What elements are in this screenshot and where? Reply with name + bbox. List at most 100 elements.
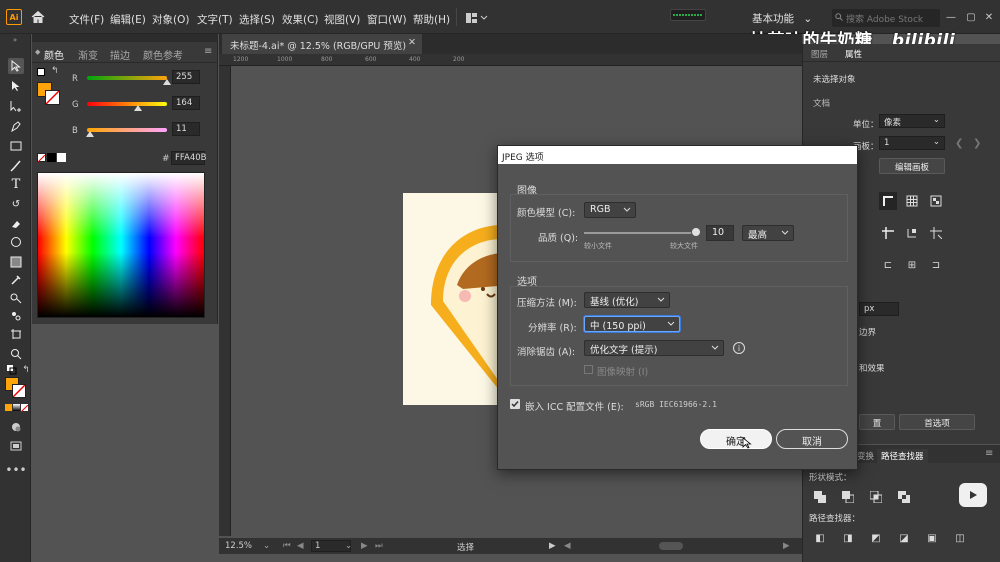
collapse-arrows-icon[interactable]: ◆ <box>35 48 40 56</box>
vertical-ruler[interactable] <box>219 66 231 536</box>
bleed-input[interactable]: px <box>859 302 899 316</box>
document-setup-button[interactable]: 置 <box>859 414 895 430</box>
slider-value-g[interactable]: 164 <box>172 96 200 110</box>
direct-selection-tool-icon[interactable] <box>8 78 24 94</box>
ok-button[interactable]: 确定 <box>700 429 772 449</box>
menu-effect[interactable]: 效果(C) <box>282 12 319 27</box>
unit-select[interactable]: 像素 ⌄ <box>879 114 945 128</box>
scroll-right-icon[interactable]: ▶ <box>783 541 790 551</box>
edit-artboard-button[interactable]: 编辑画板 <box>879 158 945 174</box>
artboard-tool-icon[interactable] <box>8 326 24 342</box>
resolution-select[interactable]: 中 (150 ppi) <box>584 316 680 332</box>
menu-select[interactable]: 选择(S) <box>239 12 275 27</box>
status-menu-arrow-icon[interactable]: ▶ <box>549 541 556 551</box>
cancel-button[interactable]: 取消 <box>776 429 848 449</box>
minus-back-icon[interactable]: ◫ <box>951 529 969 547</box>
default-colors-icon[interactable] <box>37 68 45 76</box>
align-right-icon[interactable]: ⊐ <box>927 256 945 274</box>
preferences-button[interactable]: 首选项 <box>899 414 975 430</box>
stroke-swatch[interactable] <box>12 384 26 398</box>
intersect-icon[interactable] <box>867 488 885 506</box>
group-selection-tool-icon[interactable] <box>8 98 24 114</box>
symbol-sprayer-tool-icon[interactable] <box>8 308 24 324</box>
more-tools-icon[interactable]: ••• <box>5 462 26 478</box>
paintbrush-tool-icon[interactable] <box>8 158 24 174</box>
divide-icon[interactable]: ◧ <box>811 529 829 547</box>
prev-artboard-icon[interactable]: ◀ <box>297 541 304 551</box>
panel-menu-icon[interactable]: ≡ <box>985 448 993 459</box>
workspace-switcher[interactable]: 基本功能 ⌄ <box>752 11 812 26</box>
slider-track-b[interactable] <box>87 128 167 132</box>
tab-properties[interactable]: 属性 <box>845 48 862 60</box>
arrange-documents-icon[interactable] <box>466 12 488 24</box>
menu-type[interactable]: 文字(T) <box>197 12 233 27</box>
tab-stroke[interactable]: 描边 <box>110 47 130 62</box>
align-left-icon[interactable]: ⊏ <box>879 256 897 274</box>
pen-tool-icon[interactable] <box>8 118 24 134</box>
collapse-arrows-icon[interactable]: » <box>4 36 26 44</box>
stroke-color-swatch[interactable] <box>45 90 60 105</box>
minimize-icon[interactable]: — <box>946 10 956 24</box>
zoom-dropdown-icon[interactable]: ⌄ <box>263 541 270 551</box>
quality-input[interactable]: 10 <box>706 225 734 241</box>
slider-track-r[interactable] <box>87 76 167 80</box>
prev-artboard-icon[interactable]: ❮ <box>955 138 963 149</box>
artboard-select[interactable]: 1 ⌄ <box>879 136 945 150</box>
swap-colors-icon[interactable]: ↰ <box>51 66 59 76</box>
maximize-icon[interactable]: ▢ <box>966 10 976 24</box>
slider-value-b[interactable]: 11 <box>172 122 200 136</box>
tab-color[interactable]: 颜色 <box>44 47 64 62</box>
free-transform-tool-icon[interactable] <box>8 234 24 250</box>
color-spectrum[interactable] <box>37 172 205 318</box>
tab-layers[interactable]: 图层 <box>811 48 828 60</box>
horizontal-ruler[interactable]: 1200 1000 800 600 400 200 <box>219 54 802 66</box>
slider-track-g[interactable] <box>87 102 167 106</box>
eraser-tool-icon[interactable] <box>8 216 24 232</box>
document-tab[interactable]: 未标题-4.ai* @ 12.5% (RGB/GPU 预览) ✕ <box>222 34 422 54</box>
antialias-select[interactable]: 优化文字 (提示) <box>584 340 724 356</box>
gradient-mode-icon[interactable] <box>13 404 20 411</box>
zoom-level[interactable]: 12.5% <box>225 541 252 551</box>
slider-thumb-b[interactable] <box>86 131 95 137</box>
outline-icon[interactable]: ▣ <box>923 529 941 547</box>
none-swatch[interactable] <box>37 153 46 163</box>
first-artboard-icon[interactable]: ⏮ <box>283 541 291 551</box>
scroll-left-icon[interactable]: ◀ <box>564 541 571 551</box>
tab-transform[interactable]: 变换 <box>857 450 874 462</box>
gradient-tool-icon[interactable] <box>8 254 24 270</box>
next-artboard-icon[interactable]: ❯ <box>973 138 981 149</box>
close-icon[interactable]: ✕ <box>984 10 994 24</box>
slider-thumb-r[interactable] <box>163 79 171 85</box>
slider-thumb-g[interactable] <box>134 105 143 111</box>
align-center-icon[interactable]: ⊞ <box>903 256 921 274</box>
quality-slider-thumb[interactable] <box>691 227 701 237</box>
minus-front-icon[interactable] <box>839 488 857 506</box>
tab-gradient[interactable]: 渐变 <box>78 47 98 62</box>
merge-icon[interactable]: ◩ <box>867 529 885 547</box>
info-icon[interactable]: i <box>733 342 745 354</box>
grid-icon[interactable] <box>903 192 921 210</box>
menu-edit[interactable]: 编辑(E) <box>110 12 146 27</box>
tab-pathfinder[interactable]: 路径查找器 <box>877 449 928 463</box>
type-tool-icon[interactable]: T <box>8 176 24 192</box>
menu-file[interactable]: 文件(F) <box>69 12 104 27</box>
black-swatch[interactable] <box>47 153 56 162</box>
selection-tool-icon[interactable] <box>8 58 24 74</box>
white-swatch[interactable] <box>57 153 66 162</box>
menu-window[interactable]: 窗口(W) <box>367 12 407 27</box>
embed-icc-checkbox[interactable] <box>510 399 520 409</box>
exclude-icon[interactable] <box>895 488 913 506</box>
menu-object[interactable]: 对象(O) <box>152 12 189 27</box>
hex-input[interactable]: FFA40B <box>171 151 206 165</box>
compression-select[interactable]: 基线 (优化) <box>584 292 670 308</box>
artboard-dropdown-icon[interactable]: ⌄ <box>345 541 352 551</box>
color-model-select[interactable]: RGB <box>584 202 636 218</box>
eyedropper-tool-icon[interactable] <box>8 272 24 288</box>
horizontal-scrollbar-thumb[interactable] <box>659 542 683 550</box>
snap-to-pixel-icon[interactable] <box>927 224 945 242</box>
close-tab-icon[interactable]: ✕ <box>408 37 416 48</box>
unite-icon[interactable] <box>811 488 829 506</box>
smart-guides-icon[interactable] <box>903 224 921 242</box>
quality-slider-track[interactable] <box>584 232 696 234</box>
guides-icon[interactable] <box>879 224 897 242</box>
